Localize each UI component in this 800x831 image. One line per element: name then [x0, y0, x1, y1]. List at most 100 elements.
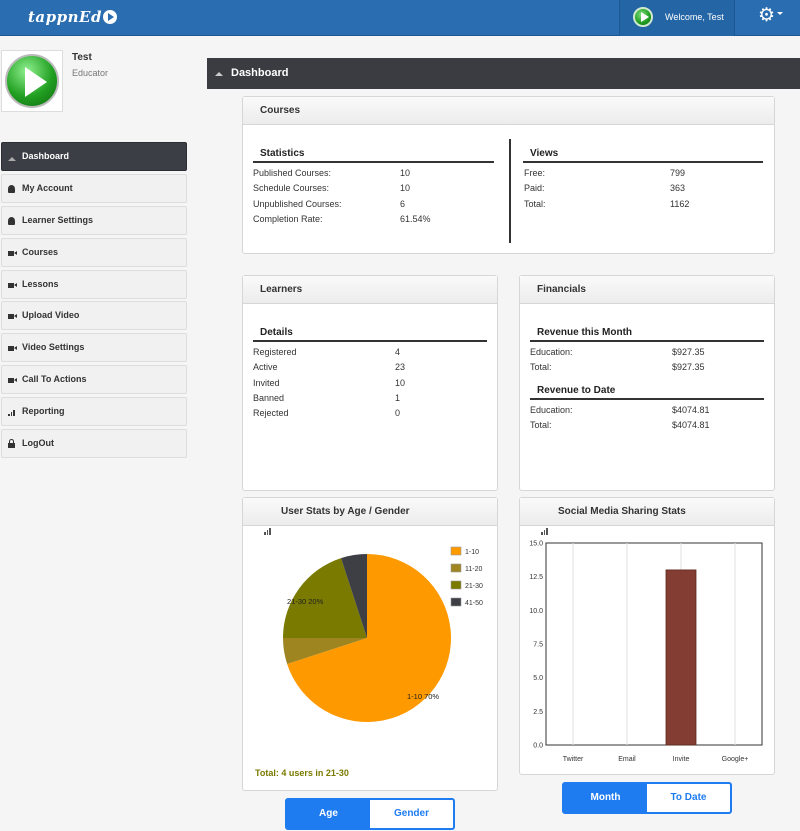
revenue-month-label: Total:	[530, 362, 552, 373]
learner-stat-label: Banned	[253, 392, 285, 403]
sidebar-item-upload-video[interactable]: Upload Video	[1, 301, 187, 331]
revenue-month-heading: Revenue this Month	[530, 327, 764, 342]
video-camera-icon	[8, 314, 17, 320]
revenue-month-value: $927.35	[672, 347, 705, 357]
home-icon	[8, 153, 16, 161]
user-icon	[8, 184, 15, 193]
courses-panel-title: Courses	[243, 97, 774, 125]
sidebar-item-label: Courses	[22, 246, 59, 257]
avatar	[1, 50, 63, 112]
x-tick-label: Invite	[673, 756, 690, 763]
legend-label: 41-50	[465, 600, 483, 607]
views-label: Free:	[524, 168, 546, 178]
page-title-bar: Dashboard	[207, 58, 800, 89]
views-value: 1162	[670, 198, 690, 209]
y-tick-label: 2.5	[533, 709, 543, 716]
sidebar-item-call-to-actions[interactable]: Call To Actions	[1, 365, 187, 395]
learner-stat-value: 0	[395, 408, 401, 419]
pie-data-label: 21-30 20%	[287, 597, 324, 606]
learner-stat-label: Registered	[253, 347, 297, 357]
legend-swatch	[450, 597, 462, 607]
y-tick-label: 10.0	[529, 608, 543, 615]
user-name: Test	[72, 52, 92, 63]
statistic-value: 6	[400, 198, 406, 209]
video-camera-icon	[8, 346, 17, 352]
statistic-label: Completion Rate:	[253, 213, 323, 224]
revenue-todate-value: $4074.81	[672, 405, 710, 415]
revenue-todate-label: Total:	[530, 420, 552, 431]
sidebar-item-label: My Account	[22, 182, 73, 193]
chevron-down-icon[interactable]	[777, 12, 783, 15]
bar-invite	[665, 569, 697, 746]
sidebar-item-courses[interactable]: Courses	[1, 237, 187, 267]
financials-panel-title: Financials	[520, 276, 774, 304]
sidebar-item-label: Video Settings	[22, 342, 85, 353]
learner-stat-value: 1	[395, 392, 401, 403]
statistic-value: 61.54%	[400, 213, 431, 224]
views-value: 363	[670, 183, 686, 194]
legend-label: 21-30	[465, 583, 483, 590]
month-button[interactable]: Month	[564, 784, 647, 812]
learner-stat-value: 4	[395, 347, 401, 357]
gender-button[interactable]: Gender	[370, 800, 453, 828]
statistic-value: 10	[400, 183, 411, 194]
y-tick-label: 15.0	[529, 541, 543, 548]
social-bar-chart: 0.0 2.5 5.0 7.5 10.0 12.5 15.0 Twitter Email Invi…	[529, 541, 763, 763]
revenue-month-label: Education:	[530, 347, 573, 357]
user-menu[interactable]: Welcome, Test	[619, 0, 735, 36]
welcome-text: Welcome, Test	[665, 12, 724, 22]
legend-label: 11-20	[465, 566, 482, 573]
views-value: 799	[670, 168, 686, 178]
y-tick-label: 12.5	[529, 574, 543, 581]
play-icon	[102, 10, 117, 24]
y-tick-label: 7.5	[533, 642, 543, 649]
to-date-button[interactable]: To Date	[647, 784, 730, 812]
sidebar-item-my-account[interactable]: My Account	[1, 173, 187, 203]
home-icon	[215, 70, 223, 76]
social-stats-title: Social Media Sharing Stats	[520, 498, 774, 535]
sidebar-item-video-settings[interactable]: Video Settings	[1, 333, 187, 363]
bar-chart-icon	[8, 408, 16, 417]
statistic-label: Published Courses:	[253, 168, 332, 178]
revenue-todate-heading: Revenue to Date	[530, 385, 764, 400]
age-pie-chart: 1-10 70% 1-10 11-20 21-30 20% 21-30 41-50	[283, 546, 483, 722]
sidebar-item-label: LogOut	[22, 438, 54, 449]
brand-logo[interactable]: tappnEd	[28, 8, 117, 26]
lock-icon	[8, 439, 15, 449]
statistic-label: Schedule Courses:	[253, 183, 330, 194]
pie-data-label: 1-10 70%	[407, 692, 439, 701]
age-button[interactable]: Age	[287, 800, 370, 828]
learner-stat-value: 23	[395, 362, 406, 373]
sidebar-item-logout[interactable]: LogOut	[1, 429, 187, 459]
page-title: Dashboard	[231, 67, 289, 79]
sidebar-item-label: Lessons	[22, 278, 59, 289]
sidebar-item-dashboard[interactable]: Dashboard	[1, 142, 187, 171]
learner-stat-label: Rejected	[253, 408, 289, 419]
plot-area	[545, 542, 763, 746]
sidebar-nav: Dashboard My Account Learner Settings Cours…	[1, 142, 187, 461]
sidebar-item-learner-settings[interactable]: Learner Settings	[1, 205, 187, 235]
video-camera-icon	[8, 378, 17, 384]
financials-panel: Financials Revenue this Month Education:…	[519, 275, 775, 491]
play-icon	[5, 54, 59, 108]
user-stats-panel: User Stats by Age / Gender 1-10 70% 1-10 1…	[242, 497, 498, 791]
courses-panel: Courses Statistics Published Courses: 10 S…	[242, 96, 775, 254]
revenue-todate-value: $4074.81	[672, 420, 710, 431]
sidebar-item-reporting[interactable]: Reporting	[1, 397, 187, 427]
brand-logo-text: tappnEd	[28, 8, 102, 26]
legend-swatch	[450, 580, 462, 590]
statistics-heading: Statistics	[253, 148, 494, 163]
sidebar-item-label: Call To Actions	[22, 374, 87, 385]
gear-icon[interactable]: ⚙	[758, 6, 775, 26]
views-heading: Views	[523, 148, 763, 163]
y-tick-label: 5.0	[533, 675, 543, 682]
video-camera-icon	[8, 250, 17, 256]
video-camera-icon	[8, 282, 17, 288]
social-stats-panel: Social Media Sharing Stats 0.0 2.5 5.0 7.5 1…	[519, 497, 775, 775]
details-heading: Details	[253, 327, 487, 342]
views-label: Paid:	[524, 183, 545, 194]
y-tick-label: 0.0	[533, 743, 543, 750]
sidebar-item-lessons[interactable]: Lessons	[1, 269, 187, 299]
social-stats-title-text: Social Media Sharing Stats	[558, 506, 686, 517]
learners-panel-title: Learners	[243, 276, 497, 304]
